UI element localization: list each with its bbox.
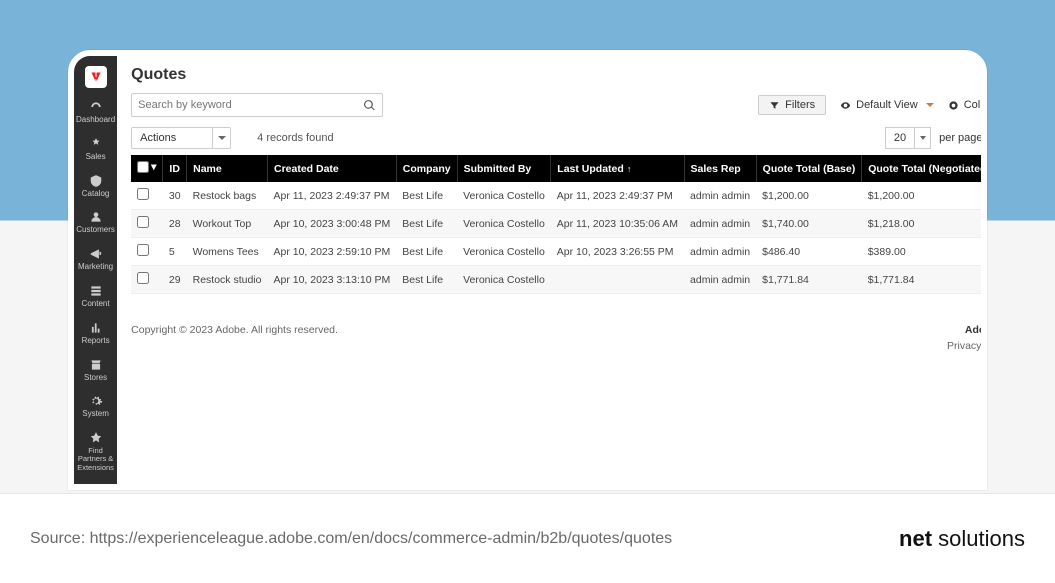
col-created[interactable]: Created Date	[267, 155, 396, 182]
main-content: Quotes 3 Filters D	[117, 56, 987, 484]
cell-neg: $389.00	[862, 238, 987, 266]
row-checkbox[interactable]	[137, 216, 149, 228]
cell-name: Womens Tees	[187, 238, 268, 266]
cell-base: $486.40	[756, 238, 862, 266]
cell-id: 30	[163, 182, 187, 210]
sidebar-item-dashboard[interactable]: Dashboard	[74, 94, 117, 131]
cell-created: Apr 10, 2023 2:59:10 PM	[267, 238, 396, 266]
cell-id: 29	[163, 266, 187, 294]
admin-sidebar: Dashboard Sales Catalog Customers Market…	[74, 56, 117, 484]
cell-sales-rep: admin admin	[684, 210, 756, 238]
row-checkbox[interactable]	[137, 188, 149, 200]
cell-submitted-by: Veronica Costello	[457, 238, 551, 266]
sidebar-item-sales[interactable]: Sales	[74, 131, 117, 168]
cell-company: Best Life	[396, 266, 457, 294]
col-sales-rep[interactable]: Sales Rep	[684, 155, 756, 182]
product-version: Adobe Commerce ver. 2.4.5	[947, 324, 987, 336]
sidebar-item-stores[interactable]: Stores	[74, 352, 117, 389]
col-base[interactable]: Quote Total (Base)	[756, 155, 862, 182]
keyword-search[interactable]	[131, 93, 383, 117]
cell-last-updated: Apr 10, 2023 3:26:55 PM	[551, 238, 684, 266]
sidebar-item-reports[interactable]: Reports	[74, 315, 117, 352]
cell-name: Restock studio	[187, 266, 268, 294]
col-neg[interactable]: Quote Total (Negotiated)	[862, 155, 987, 182]
cell-neg: $1,200.00	[862, 182, 987, 210]
cell-submitted-by: Veronica Costello	[457, 210, 551, 238]
sidebar-item-partners[interactable]: Find Partners & Extensions	[74, 425, 117, 478]
filters-button[interactable]: Filters	[758, 95, 826, 115]
table-row: 30Restock bagsApr 11, 2023 2:49:37 PMBes…	[131, 182, 987, 210]
cell-created: Apr 10, 2023 3:00:48 PM	[267, 210, 396, 238]
sidebar-item-catalog[interactable]: Catalog	[74, 168, 117, 205]
col-name[interactable]: Name	[187, 155, 268, 182]
privacy-link[interactable]: Privacy Policy	[947, 340, 987, 352]
row-checkbox[interactable]	[137, 272, 149, 284]
table-row: 5Womens TeesApr 10, 2023 2:59:10 PMBest …	[131, 238, 987, 266]
cell-sales-rep: admin admin	[684, 238, 756, 266]
col-last-updated[interactable]: Last Updated↑	[551, 155, 684, 182]
sidebar-item-marketing[interactable]: Marketing	[74, 241, 117, 278]
sidebar-item-system[interactable]: System	[74, 388, 117, 425]
cell-company: Best Life	[396, 182, 457, 210]
cell-base: $1,771.84	[756, 266, 862, 294]
cell-last-updated: Apr 11, 2023 2:49:37 PM	[551, 182, 684, 210]
adobe-logo	[85, 66, 107, 88]
cell-name: Restock bags	[187, 182, 268, 210]
netsolutions-logo: net solutions	[899, 526, 1025, 552]
default-view-button[interactable]: Default View	[840, 99, 934, 111]
cell-created: Apr 11, 2023 2:49:37 PM	[267, 182, 396, 210]
sidebar-item-customers[interactable]: Customers	[74, 204, 117, 241]
cell-id: 28	[163, 210, 187, 238]
cell-company: Best Life	[396, 238, 457, 266]
copyright: Copyright © 2023 Adobe. All rights reser…	[131, 324, 338, 352]
actions-dropdown[interactable]: Actions	[131, 127, 231, 149]
cell-id: 5	[163, 238, 187, 266]
records-found: 4 records found	[257, 132, 333, 144]
search-icon[interactable]	[363, 99, 376, 112]
cell-submitted-by: Veronica Costello	[457, 182, 551, 210]
cell-neg: $1,218.00	[862, 210, 987, 238]
quotes-table: ▾ ID Name Created Date Company Submitted…	[131, 155, 987, 294]
cell-submitted-by: Veronica Costello	[457, 266, 551, 294]
cell-last-updated: Apr 11, 2023 10:35:06 AM	[551, 210, 684, 238]
search-input[interactable]	[138, 99, 363, 111]
chevron-down-icon	[926, 103, 934, 107]
cell-sales-rep: admin admin	[684, 182, 756, 210]
cell-company: Best Life	[396, 210, 457, 238]
col-select[interactable]: ▾	[131, 155, 163, 182]
col-id[interactable]: ID	[163, 155, 187, 182]
row-checkbox[interactable]	[137, 244, 149, 256]
page-title: Quotes	[131, 66, 186, 84]
per-page-select[interactable]: 20	[885, 127, 931, 149]
cell-base: $1,740.00	[756, 210, 862, 238]
cell-last-updated	[551, 266, 684, 294]
columns-button[interactable]: Columns	[948, 99, 987, 111]
source-attribution: Source: https://experienceleague.adobe.c…	[30, 530, 672, 548]
per-page-label: per page	[939, 132, 982, 144]
cell-sales-rep: admin admin	[684, 266, 756, 294]
col-company[interactable]: Company	[396, 155, 457, 182]
sidebar-item-content[interactable]: Content	[74, 278, 117, 315]
cell-created: Apr 10, 2023 3:13:10 PM	[267, 266, 396, 294]
col-submitted-by[interactable]: Submitted By	[457, 155, 551, 182]
table-row: 29Restock studioApr 10, 2023 3:13:10 PMB…	[131, 266, 987, 294]
cell-base: $1,200.00	[756, 182, 862, 210]
cell-neg: $1,771.84	[862, 266, 987, 294]
cell-name: Workout Top	[187, 210, 268, 238]
table-row: 28Workout TopApr 10, 2023 3:00:48 PMBest…	[131, 210, 987, 238]
sort-asc-icon: ↑	[627, 164, 632, 174]
